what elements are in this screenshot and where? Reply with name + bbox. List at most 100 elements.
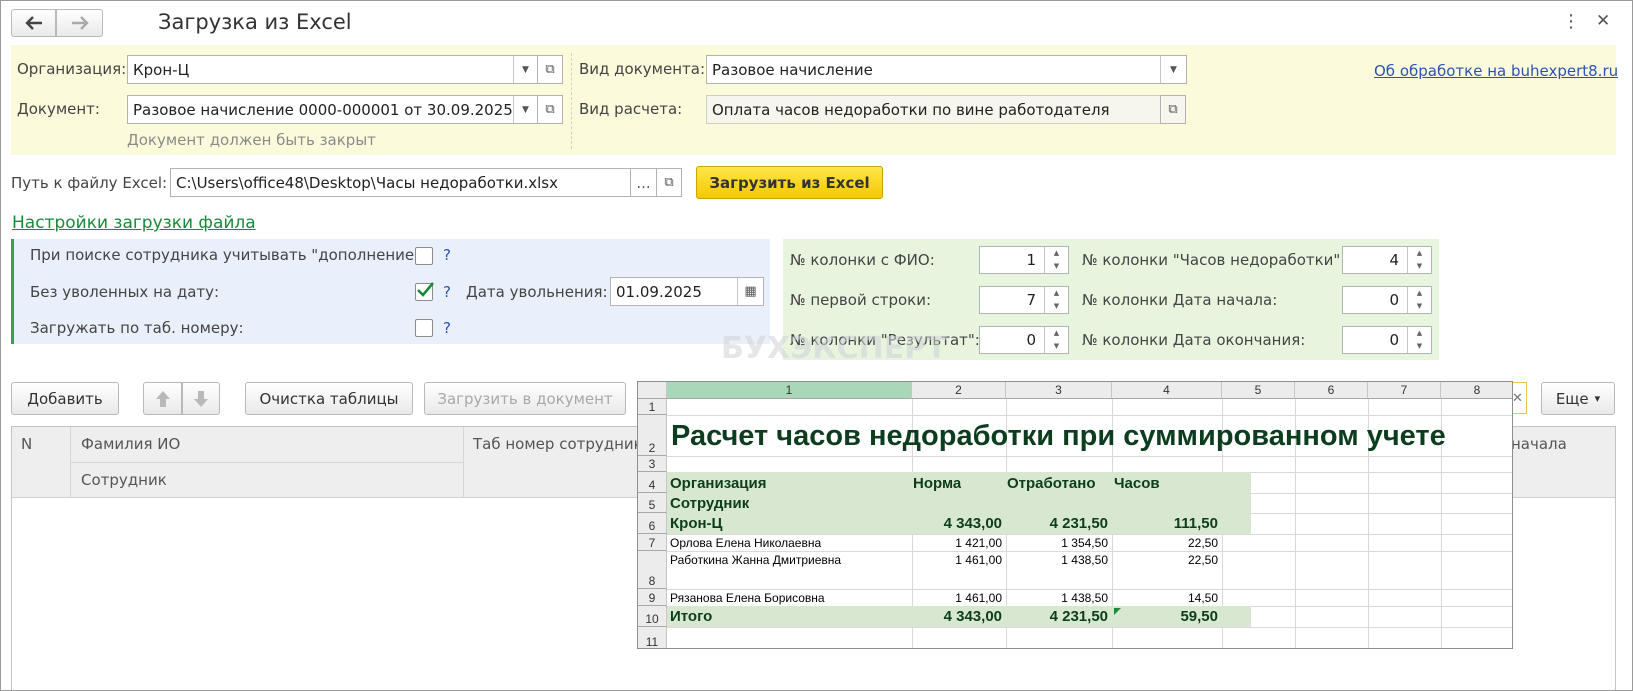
excel-row-header: 7 [638,534,667,551]
excel-col-header: 2 [912,382,1006,399]
excel-row-header: 4 [638,472,667,493]
excel-cell-norm: 4 343,00 [943,608,1002,625]
col-result-field[interactable]: 0 ▲ ▼ [979,326,1069,354]
col-fio-spinner[interactable]: ▲ ▼ [1044,247,1068,273]
col-result-spinner[interactable]: ▲ ▼ [1044,327,1068,353]
excel-cell-name: Работкина Жанна Дмитриевна [670,553,842,567]
window-title: Загрузка из Excel [158,10,352,34]
org-open-button[interactable]: ⧉ [537,55,563,84]
col-employee-header[interactable]: Сотрудник [81,471,167,489]
excel-cell-worked: 1 438,50 [1061,553,1108,567]
excel-cell-worked: 4 231,50 [1049,515,1108,532]
calc-label: Вид расчета: [579,100,683,118]
calc-open-button[interactable]: ⧉ [1160,95,1186,124]
excel-col-header: 5 [1222,382,1295,399]
file-open-button[interactable]: ⧉ [656,168,682,197]
col-fio-field[interactable]: 1 ▲ ▼ [979,246,1069,274]
doc-open-button[interactable]: ⧉ [537,95,563,124]
col-hours-field[interactable]: 4 ▲ ▼ [1342,246,1432,274]
opt-addition-checkbox[interactable] [415,247,433,265]
excel-cell-norm: 1 421,00 [955,535,1002,550]
col-first-row-value: 7 [1026,291,1036,309]
excel-cell-norm: 4 343,00 [943,515,1002,532]
col-start-spinner[interactable]: ▲ ▼ [1407,287,1431,313]
col-fio-header[interactable]: Фамилия ИО [81,435,180,453]
header-divider [571,53,572,149]
more-button[interactable]: Еще ▾ [1541,382,1615,415]
col-end-field[interactable]: 0 ▲ ▼ [1342,326,1432,354]
browse-button[interactable]: ... [630,168,657,197]
settings-title[interactable]: Настройки загрузки файла [12,213,256,233]
excel-cell-hours: 14,50 [1187,590,1218,605]
load-excel-button[interactable]: Загрузить из Excel [696,166,883,199]
opt-no-dismissed-label: Без уволенных на дату: [30,283,220,301]
close-icon[interactable]: ✕ [1596,11,1610,31]
doc-dropdown[interactable]: ▼ [513,96,537,123]
table-header-divider-3 [70,462,463,463]
col-fio-value: 1 [1026,251,1036,269]
org-label: Организация: [17,60,127,78]
excel-cell-worked: 4 231,50 [1049,608,1108,625]
chevron-down-icon: ▾ [1594,392,1601,405]
excel-row-header: 10 [638,606,667,627]
excel-h-norm: Норма [913,474,962,492]
arrow-down-icon [194,390,208,407]
opt-no-dismissed-help[interactable]: ? [443,283,451,301]
file-path-field[interactable]: C:\Users\office48\Desktop\Часы недоработ… [170,168,631,197]
doctype-dropdown[interactable]: ▼ [1160,56,1186,83]
more-icon[interactable]: ⋮ [1562,11,1580,32]
opt-tab-number-checkbox[interactable] [415,319,433,337]
org-field[interactable]: Крон-Ц ▼ [127,55,538,84]
doctype-field[interactable]: Разовое начисление ▼ [706,55,1187,84]
dismiss-date-field[interactable]: 01.09.2025 ▦ [610,277,764,306]
forward-button[interactable] [56,9,103,37]
opt-tab-number-label: Загружать по таб. номеру: [30,319,244,337]
col-hours-spinner[interactable]: ▲ ▼ [1407,247,1431,273]
doc-value: Разовое начисление 0000-000001 от 30.09.… [133,100,513,119]
doc-field[interactable]: Разовое начисление 0000-000001 от 30.09.… [127,95,538,124]
excel-h-emp: Сотрудник [670,494,750,512]
opt-no-dismissed-checkbox[interactable] [415,282,434,301]
excel-col-header: 1 [667,382,912,399]
move-down-button[interactable] [182,382,220,415]
col-first-row-spinner[interactable]: ▲ ▼ [1044,287,1068,313]
excel-cell-hours: 59,50 [1180,608,1218,625]
org-dropdown[interactable]: ▼ [513,56,537,83]
col-end-spinner[interactable]: ▲ ▼ [1407,327,1431,353]
excel-row-header: 11 [638,627,667,648]
col-fio-label: № колонки с ФИО: [790,251,935,269]
back-button[interactable] [11,9,56,37]
col-n-header[interactable]: N [21,435,32,453]
add-button[interactable]: Добавить [11,382,119,415]
col-start-value: 0 [1389,291,1399,309]
doctype-value: Разовое начисление [712,60,873,79]
load-to-document-button[interactable]: Загрузить в документ [424,382,626,415]
file-label: Путь к файлу Excel: [11,174,168,192]
excel-cell-name: Орлова Елена Николаевна [670,535,822,550]
excel-cell-norm: 1 461,00 [955,553,1002,567]
clear-table-button[interactable]: Очистка таблицы [245,382,413,415]
window: Загрузка из Excel ⋮ ✕ Организация: Крон-… [0,0,1633,691]
opt-tab-number-help[interactable]: ? [443,319,451,337]
excel-title: Расчет часов недоработки при суммированн… [671,419,1446,452]
excel-cell-hours: 22,50 [1187,535,1218,550]
about-link[interactable]: Об обработке на buhexpert8.ru [1374,62,1618,80]
excel-row-header: 1 [638,399,667,415]
col-tab-header[interactable]: Таб номер сотрудника [473,435,652,453]
arrow-up-icon [155,390,170,407]
excel-error-flag-icon [1114,608,1121,615]
move-up-button[interactable] [143,382,182,415]
col-result-value: 0 [1026,331,1036,349]
excel-corner [638,382,667,399]
excel-preview: 12345678 1 2 3 4 5 6 7 8 9 10 11 Расчет часов недо… [637,381,1513,649]
excel-cell-name: Рязанова Елена Борисовна [670,590,825,605]
calendar-icon[interactable]: ▦ [737,278,763,305]
col-first-row-field[interactable]: 7 ▲ ▼ [979,286,1069,314]
excel-h-worked: Отработано [1007,474,1096,492]
calc-value: Оплата часов недоработки по вине работод… [712,100,1110,119]
opt-addition-help[interactable]: ? [443,246,451,264]
excel-col-header: 6 [1295,382,1368,399]
col-start-header[interactable]: начала [1511,435,1567,453]
excel-cell-name: Итого [670,608,713,625]
col-start-field[interactable]: 0 ▲ ▼ [1342,286,1432,314]
